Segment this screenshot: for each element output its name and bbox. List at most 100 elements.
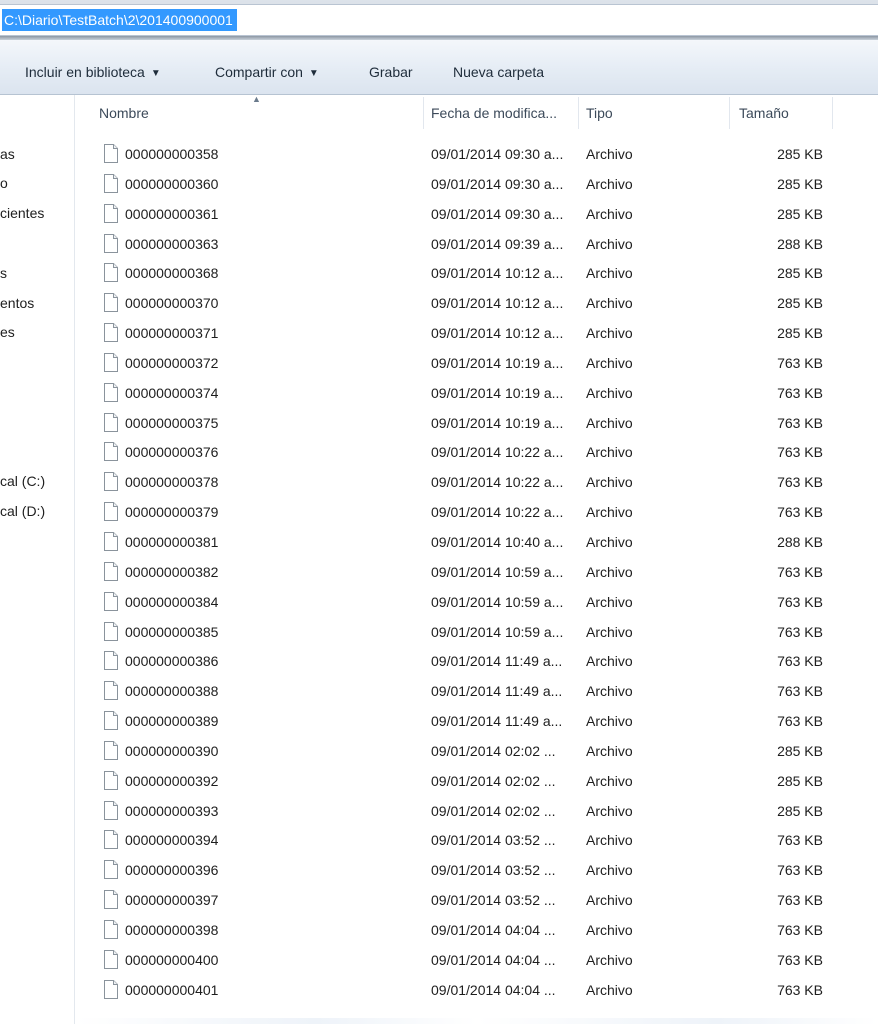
- file-name: 000000000368: [125, 265, 219, 282]
- file-row[interactable]: 000000000397 09/01/2014 03:52 ... Archivo 7…: [75, 885, 878, 915]
- file-type: Archivo: [586, 414, 633, 431]
- file-row[interactable]: 000000000396 09/01/2014 03:52 ... Archivo 7…: [75, 855, 878, 885]
- chevron-down-icon: ▼: [308, 68, 319, 79]
- file-row[interactable]: 000000000370 09/01/2014 10:12 a... Archivo…: [75, 288, 878, 318]
- file-size: 285 KB: [777, 742, 823, 759]
- chevron-down-icon: ▼: [150, 68, 161, 79]
- file-size: 763 KB: [777, 653, 823, 670]
- file-row[interactable]: 000000000388 09/01/2014 11:49 a... Archivo…: [75, 676, 878, 706]
- share-with-button[interactable]: Compartir con ▼: [215, 61, 319, 83]
- address-path-text[interactable]: C:\Diario\TestBatch\2\201400900001: [2, 9, 237, 31]
- file-size: 288 KB: [777, 533, 823, 550]
- file-date: 09/01/2014 03:52 ...: [431, 862, 556, 879]
- file-name: 000000000376: [125, 444, 219, 461]
- nav-item-documents[interactable]: entos: [0, 292, 34, 314]
- file-row[interactable]: 000000000363 09/01/2014 09:39 a... Archivo…: [75, 229, 878, 259]
- file-type: Archivo: [586, 384, 633, 401]
- nav-item-images[interactable]: es: [0, 321, 15, 343]
- file-row[interactable]: 000000000376 09/01/2014 10:22 a... Archivo…: [75, 437, 878, 467]
- column-divider[interactable]: [578, 97, 579, 129]
- document-icon: [104, 770, 118, 790]
- file-row[interactable]: 000000000368 09/01/2014 10:12 a... Archivo…: [75, 258, 878, 288]
- nav-item-recent[interactable]: cientes: [0, 202, 44, 224]
- file-name: 000000000388: [125, 683, 219, 700]
- document-icon: [104, 830, 118, 850]
- file-size: 285 KB: [777, 325, 823, 342]
- file-row[interactable]: 000000000390 09/01/2014 02:02 ... Archivo 2…: [75, 736, 878, 766]
- file-row[interactable]: 000000000393 09/01/2014 02:02 ... Archivo 2…: [75, 796, 878, 826]
- document-icon: [104, 472, 118, 492]
- document-icon: [104, 203, 118, 223]
- file-row[interactable]: 000000000361 09/01/2014 09:30 a... Archivo…: [75, 199, 878, 229]
- file-row[interactable]: 000000000382 09/01/2014 10:59 a... Archivo…: [75, 557, 878, 587]
- burn-button[interactable]: Grabar: [369, 61, 413, 83]
- file-row[interactable]: 000000000358 09/01/2014 09:30 a... Archivo…: [75, 139, 878, 169]
- file-row[interactable]: 000000000400 09/01/2014 04:04 ... Archivo 7…: [75, 945, 878, 975]
- file-row[interactable]: 000000000392 09/01/2014 02:02 ... Archivo 2…: [75, 766, 878, 796]
- file-size: 763 KB: [777, 593, 823, 610]
- file-name: 000000000370: [125, 295, 219, 312]
- column-divider[interactable]: [832, 97, 833, 129]
- file-row[interactable]: 000000000401 09/01/2014 04:04 ... Archivo 7…: [75, 975, 878, 1005]
- file-row[interactable]: 000000000381 09/01/2014 10:40 a... Archivo…: [75, 527, 878, 557]
- file-size: 763 KB: [777, 623, 823, 640]
- address-field[interactable]: C:\Diario\TestBatch\2\201400900001: [0, 4, 878, 36]
- file-size: 288 KB: [777, 235, 823, 252]
- column-header-type[interactable]: Tipo: [586, 95, 613, 131]
- file-size: 285 KB: [777, 295, 823, 312]
- file-name: 000000000371: [125, 325, 219, 342]
- nav-item-libraries[interactable]: s: [0, 262, 7, 284]
- file-type: Archivo: [586, 175, 633, 192]
- file-row[interactable]: 000000000389 09/01/2014 11:49 a... Archivo…: [75, 706, 878, 736]
- file-date: 09/01/2014 02:02 ...: [431, 772, 556, 789]
- nav-item-favorites[interactable]: as: [0, 143, 15, 165]
- column-divider[interactable]: [423, 97, 424, 129]
- file-type: Archivo: [586, 235, 633, 252]
- file-name: 000000000372: [125, 354, 219, 371]
- file-row[interactable]: 000000000379 09/01/2014 10:22 a... Archivo…: [75, 497, 878, 527]
- file-size: 763 KB: [777, 504, 823, 521]
- file-size: 285 KB: [777, 802, 823, 819]
- column-header-date[interactable]: Fecha de modifica...: [431, 95, 557, 131]
- file-type: Archivo: [586, 265, 633, 282]
- file-row[interactable]: 000000000372 09/01/2014 10:19 a... Archivo…: [75, 348, 878, 378]
- file-name: 000000000397: [125, 892, 219, 909]
- document-icon: [104, 293, 118, 313]
- column-divider[interactable]: [729, 97, 730, 129]
- file-size: 763 KB: [777, 981, 823, 998]
- nav-item-desktop[interactable]: o: [0, 172, 8, 194]
- document-icon: [104, 591, 118, 611]
- share-with-label: Compartir con: [215, 64, 303, 80]
- file-row[interactable]: 000000000378 09/01/2014 10:22 a... Archivo…: [75, 467, 878, 497]
- file-row[interactable]: 000000000371 09/01/2014 10:12 a... Archivo…: [75, 318, 878, 348]
- file-size: 285 KB: [777, 175, 823, 192]
- file-row[interactable]: 000000000386 09/01/2014 11:49 a... Archivo…: [75, 646, 878, 676]
- file-row[interactable]: 000000000394 09/01/2014 03:52 ... Archivo 7…: [75, 825, 878, 855]
- nav-item-local-disk-c[interactable]: cal (C:): [0, 470, 45, 492]
- file-name: 000000000390: [125, 742, 219, 759]
- explorer-window: C:\Diario\TestBatch\2\201400900001 Inclu…: [0, 0, 878, 1024]
- file-row[interactable]: 000000000398 09/01/2014 04:04 ... Archivo 7…: [75, 915, 878, 945]
- document-icon: [104, 502, 118, 522]
- file-row[interactable]: 000000000374 09/01/2014 10:19 a... Archivo…: [75, 378, 878, 408]
- column-header-name[interactable]: Nombre: [99, 95, 149, 131]
- column-header-size[interactable]: Tamaño: [739, 95, 789, 131]
- file-row[interactable]: 000000000385 09/01/2014 10:59 a... Archivo…: [75, 617, 878, 647]
- file-name: 000000000394: [125, 832, 219, 849]
- file-date: 09/01/2014 09:39 a...: [431, 235, 564, 252]
- file-type: Archivo: [586, 474, 633, 491]
- document-icon: [104, 263, 118, 283]
- file-row[interactable]: 000000000375 09/01/2014 10:19 a... Archivo…: [75, 408, 878, 438]
- nav-item-local-disk-d[interactable]: cal (D:): [0, 500, 45, 522]
- file-type: Archivo: [586, 892, 633, 909]
- document-icon: [104, 412, 118, 432]
- file-row[interactable]: 000000000360 09/01/2014 09:30 a... Archivo…: [75, 169, 878, 199]
- document-icon: [104, 144, 118, 163]
- include-library-button[interactable]: Incluir en biblioteca ▼: [25, 61, 161, 83]
- document-icon: [104, 860, 118, 880]
- new-folder-button[interactable]: Nueva carpeta: [453, 61, 544, 83]
- file-size: 763 KB: [777, 354, 823, 371]
- file-row[interactable]: 000000000384 09/01/2014 10:59 a... Archivo…: [75, 587, 878, 617]
- file-size: 763 KB: [777, 563, 823, 580]
- document-icon: [104, 382, 118, 402]
